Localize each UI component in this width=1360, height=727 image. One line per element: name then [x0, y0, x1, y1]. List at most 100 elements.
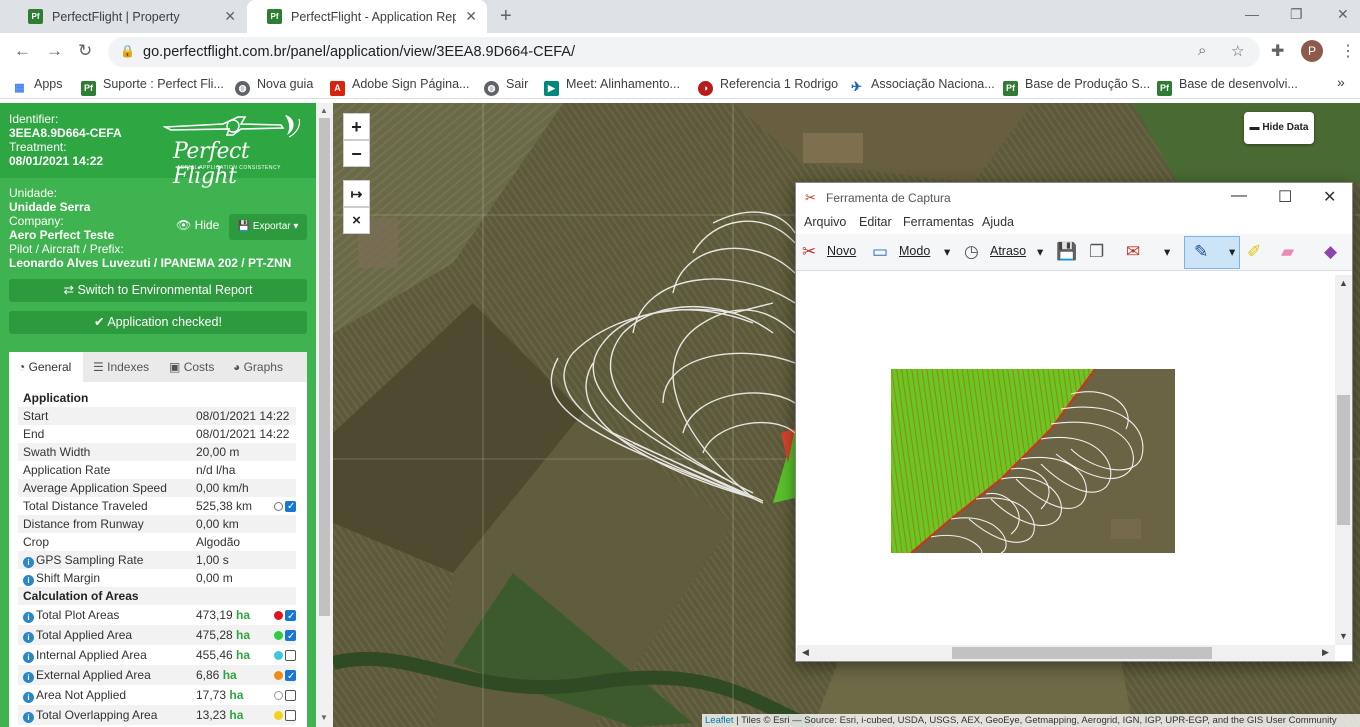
scroll-right-arrow-icon[interactable]: ▶ [1322, 647, 1329, 658]
save-floppy-icon[interactable]: 💾 [1056, 242, 1077, 262]
close-tab-icon[interactable]: ✕ [224, 8, 236, 25]
switch-environmental-button[interactable]: ⇄ Switch to Environmental Report [9, 279, 307, 302]
address-bar[interactable]: 🔒 go.perfectflight.com.br/panel/applicat… [108, 37, 1260, 67]
bookmark-adobe-sign[interactable]: A Adobe Sign Página... [330, 77, 469, 96]
delay-caret-icon[interactable]: ▾ [1037, 244, 1043, 259]
area-checkbox[interactable] [285, 627, 296, 647]
scrollbar-thumb[interactable] [1337, 395, 1350, 525]
scroll-down-arrow-icon[interactable]: ▼ [320, 713, 328, 722]
floppy-icon: 💾 [237, 221, 251, 232]
measure-button[interactable]: ↦ [343, 180, 370, 207]
sidebar-scrollbar[interactable]: ▲ ▼ [316, 103, 333, 727]
snip-vertical-scrollbar[interactable]: ▲ ▼ [1335, 275, 1352, 645]
pf-icon: Pf [1157, 81, 1172, 96]
application-checked-button[interactable]: ✔ Application checked! [9, 311, 307, 334]
distance-checkbox[interactable] [285, 498, 296, 516]
menu-editar[interactable]: Editar [859, 215, 892, 229]
area-checkbox[interactable] [285, 650, 296, 661]
hide-data-button[interactable]: ▬ Hide Data [1244, 112, 1314, 144]
tab-application-report[interactable]: Pf PerfectFlight - Application Repor ✕ [247, 0, 487, 33]
info-icon[interactable]: i [23, 712, 34, 723]
info-icon[interactable]: i [23, 575, 34, 586]
menu-ferramentas[interactable]: Ferramentas [903, 215, 974, 229]
pilot-value: Leonardo Alves Luvezuti / IPANEMA 202 / … [9, 256, 292, 270]
area-checkbox[interactable] [285, 690, 296, 701]
copy-icon[interactable]: ❐ [1089, 242, 1104, 262]
new-snip-button[interactable]: Novo [827, 244, 856, 258]
scrollbar-thumb[interactable] [952, 647, 1212, 659]
more-bookmarks-chevron-icon[interactable]: » [1337, 74, 1345, 90]
tab-indexes[interactable]: ☰ Indexes [93, 352, 163, 382]
area-checkbox[interactable] [285, 710, 296, 721]
zoom-out-button[interactable]: − [343, 140, 370, 167]
snip-close-icon[interactable]: ✕ [1323, 187, 1336, 207]
tab-general[interactable]: ◔ General [9, 352, 83, 382]
snip-maximize-icon[interactable]: ☐ [1278, 187, 1292, 207]
restore-icon[interactable]: ❐ [1290, 6, 1303, 23]
paint3d-icon[interactable]: ◆ [1324, 242, 1337, 262]
eraser-icon[interactable]: ▰ [1281, 242, 1294, 262]
bookmark-associacao[interactable]: ✈ Associação Naciona... [849, 77, 995, 94]
zoom-magnifier-icon[interactable]: ⌕ [1198, 42, 1206, 59]
bookmark-meet[interactable]: ▶ Meet: Alinhamento... [544, 77, 680, 96]
info-icon[interactable]: i [23, 557, 34, 568]
leaflet-link[interactable]: Leaflet [705, 715, 734, 726]
forward-arrow-icon[interactable]: → [46, 41, 63, 61]
zoom-in-button[interactable]: + [343, 113, 370, 140]
info-icon[interactable]: i [23, 652, 34, 663]
menu-ajuda[interactable]: Ajuda [982, 215, 1014, 229]
bookmark-base-desenvolvimento[interactable]: Pf Base de desenvolvi... [1157, 77, 1298, 96]
info-icon[interactable]: i [23, 672, 34, 683]
menu-arquivo[interactable]: Arquivo [804, 215, 846, 229]
new-tab-plus-icon[interactable]: + [500, 5, 512, 28]
profile-avatar[interactable]: P [1301, 40, 1323, 62]
back-arrow-icon[interactable]: ← [14, 41, 31, 61]
minus-icon: ▬ [1249, 122, 1260, 133]
bookmark-star-icon[interactable]: ☆ [1231, 42, 1244, 60]
tab-property[interactable]: Pf PerfectFlight | Property ✕ [8, 0, 246, 33]
hide-button[interactable]: 👁 Hide [176, 218, 219, 232]
export-dropdown-button[interactable]: 💾 Exportar ▾ [229, 214, 307, 240]
scissors-icon: ✂ [805, 190, 816, 205]
minimize-icon[interactable]: — [1245, 6, 1259, 22]
delay-button[interactable]: Atraso [990, 244, 1026, 258]
area-checkbox[interactable] [285, 667, 296, 687]
scrollbar-thumb[interactable] [319, 118, 330, 616]
tab-graphs[interactable]: ◕ Graphs [233, 352, 299, 382]
mode-caret-icon[interactable]: ▾ [944, 244, 950, 259]
reload-icon[interactable]: ↻ [78, 41, 92, 61]
distance-radio[interactable] [274, 502, 283, 511]
highlighter-icon[interactable]: ✐ [1247, 242, 1261, 262]
bookmark-sair[interactable]: ◍ Sair [484, 77, 528, 96]
close-tab-icon[interactable]: ✕ [465, 8, 477, 25]
clear-measure-button[interactable]: × [343, 207, 370, 234]
send-caret-icon[interactable]: ▾ [1164, 244, 1170, 259]
bookmark-referencia[interactable]: ◑ Referencia 1 Rodrigo [698, 77, 838, 96]
info-icon[interactable]: i [23, 612, 34, 623]
area-row: i Total Applied Area 475,28 ha [18, 625, 296, 647]
send-email-icon[interactable]: ✉ [1126, 242, 1140, 262]
scroll-up-arrow-icon[interactable]: ▲ [320, 106, 328, 115]
mode-button[interactable]: Modo [899, 244, 930, 258]
legend-dot-yellow [274, 711, 283, 720]
area-checkbox[interactable] [285, 607, 296, 627]
bookmark-suporte[interactable]: Pf Suporte : Perfect Fli... [81, 77, 224, 96]
scroll-down-arrow-icon[interactable]: ▼ [1339, 631, 1348, 641]
extensions-puzzle-icon[interactable]: ✚ [1271, 41, 1284, 61]
info-icon[interactable]: i [23, 692, 34, 703]
tab-costs[interactable]: ▣ Costs [169, 352, 229, 382]
pen-caret-icon[interactable]: ▾ [1229, 244, 1235, 259]
snip-horizontal-scrollbar[interactable]: ◀ ▶ [797, 645, 1335, 661]
bookmark-nova-guia[interactable]: ◍ Nova guia [235, 77, 313, 96]
unidade-value: Unidade Serra [9, 200, 91, 214]
bookmark-apps[interactable]: ▦ Apps [12, 77, 62, 96]
bookmark-base-producao[interactable]: Pf Base de Produção S... [1003, 77, 1150, 96]
snip-titlebar[interactable]: ✂ Ferramenta de Captura — ☐ ✕ [796, 183, 1352, 213]
close-window-icon[interactable]: ✕ [1337, 6, 1349, 23]
scroll-up-arrow-icon[interactable]: ▲ [1339, 278, 1348, 288]
snip-minimize-icon[interactable]: — [1231, 187, 1247, 205]
scroll-left-arrow-icon[interactable]: ◀ [802, 647, 809, 658]
menu-kebab-icon[interactable]: ⋮ [1340, 41, 1356, 61]
info-icon[interactable]: i [23, 632, 34, 643]
pen-icon[interactable]: ✎ [1194, 242, 1208, 262]
